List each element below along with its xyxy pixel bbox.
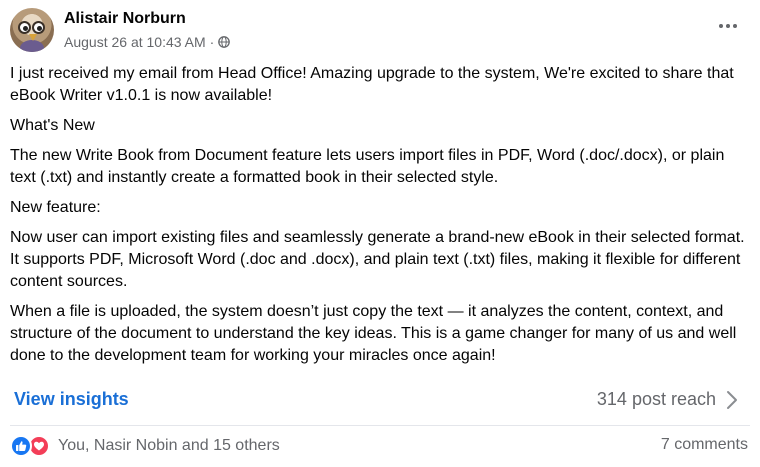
avatar[interactable] <box>10 8 54 52</box>
insights-row: View insights 314 post reach <box>0 386 760 416</box>
post-paragraph: What's New <box>10 117 95 134</box>
post-paragraph: New feature: <box>10 199 101 216</box>
post-reach[interactable]: 314 post reach <box>597 389 738 410</box>
like-icon <box>10 435 32 457</box>
chevron-right-icon <box>727 390 737 409</box>
post-content: I just received my email from Head Offic… <box>10 63 750 375</box>
avatar-body <box>20 40 44 52</box>
post-timestamp[interactable]: August 26 at 10:43 AM <box>64 34 206 50</box>
reaction-icons <box>10 435 52 457</box>
post-paragraph: Now user can import existing files and s… <box>10 229 745 290</box>
view-insights-link[interactable]: View insights <box>14 389 129 410</box>
more-options-icon[interactable] <box>716 18 740 34</box>
divider <box>10 425 750 426</box>
post-paragraph: The new Write Book from Document feature… <box>10 147 725 186</box>
author-name[interactable]: Alistair Norburn <box>64 10 186 28</box>
avatar-eye-left <box>18 21 31 34</box>
post-paragraph: I just received my email from Head Offic… <box>10 65 734 104</box>
facebook-post: Alistair Norburn August 26 at 10:43 AM ·… <box>0 0 760 467</box>
post-meta: August 26 at 10:43 AM · <box>64 34 231 50</box>
avatar-eye-right <box>32 21 45 34</box>
comments-count[interactable]: 7 comments <box>661 436 748 454</box>
meta-separator: · <box>209 34 215 50</box>
post-reach-label: 314 post reach <box>596 389 716 409</box>
reactions-summary[interactable]: You, Nasir Nobin and 15 others <box>10 435 280 457</box>
post-paragraph: When a file is uploaded, the system does… <box>10 303 737 364</box>
globe-icon[interactable] <box>218 36 231 48</box>
reactions-text[interactable]: You, Nasir Nobin and 15 others <box>58 437 280 455</box>
post-header: Alistair Norburn August 26 at 10:43 AM · <box>10 8 750 58</box>
avatar-beak <box>29 34 37 41</box>
